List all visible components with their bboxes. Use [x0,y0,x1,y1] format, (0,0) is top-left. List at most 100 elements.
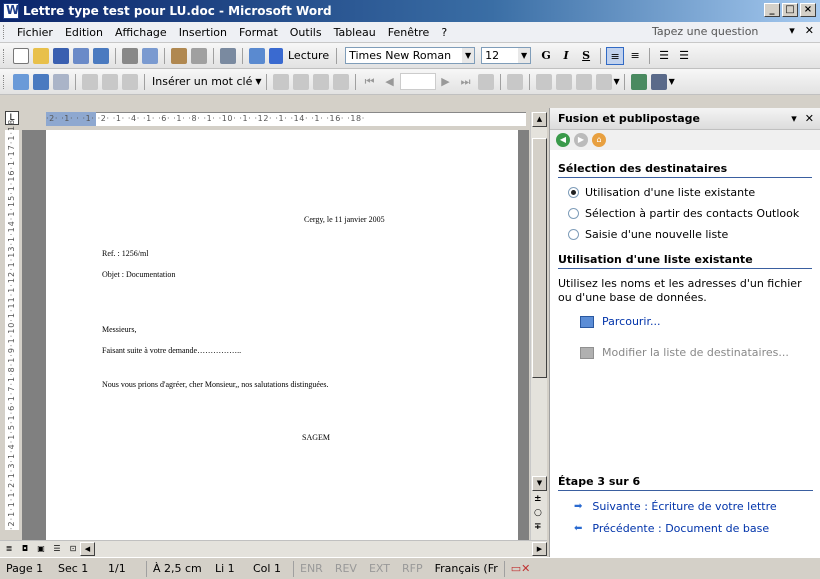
scroll-up-icon[interactable]: ▲ [532,112,547,127]
vertical-scrollbar[interactable]: ▲ ▼ ± ○ ∓ [530,112,547,540]
scroll-left-icon[interactable]: ◀ [80,542,95,556]
word-app-icon[interactable] [3,3,19,19]
match-fields-icon[interactable] [312,73,329,90]
insert-merge-field-button[interactable]: Insérer un mot clé [152,75,252,88]
toolbar-grip[interactable] [3,74,6,89]
last-record-icon[interactable]: ⏭ [458,74,474,90]
scroll-thumb[interactable] [532,138,547,378]
save-icon[interactable] [53,47,69,64]
merge-to-fax-icon[interactable] [595,73,612,90]
menu-format[interactable]: Format [233,26,284,39]
bullets-button[interactable]: ☰ [675,47,693,65]
read-mode-icon[interactable] [269,47,283,64]
horizontal-scrollbar[interactable]: ≣ ◘ ▣ ☰ ⊡ ◀ ▶ [0,540,547,557]
insert-fields-icon[interactable] [122,73,138,90]
modify-recipients-link[interactable]: Modifier la liste de destinataires... [580,346,820,359]
menu-help[interactable]: ? [435,26,453,39]
vertical-ruler[interactable]: ·2·1·1·1·2·1·3·1·4·1·5·1·6·1·7·1·8·1·9·1… [0,119,22,530]
view-merged-data-icon[interactable] [272,73,289,90]
status-record-macro[interactable]: ENR [294,562,329,575]
document-page[interactable]: Cergy, le 11 janvier 2005 Ref. : 1256/ml… [46,130,518,540]
main-document-setup-icon[interactable] [13,73,29,90]
insert-greeting-icon[interactable] [102,73,118,90]
mail-merge-wizard-icon[interactable] [630,73,647,90]
radio-outlook-contacts[interactable]: Sélection à partir des contacts Outlook [568,207,820,220]
previous-step-link[interactable]: ⬅ Précédente : Document de base [574,522,769,535]
toolbar-options-icon[interactable]: ▼ [614,77,620,86]
font-size-combo[interactable]: 12 ▼ [481,47,532,64]
numbering-button[interactable]: ☰ [655,47,673,65]
close-document-icon[interactable]: ✕ [805,24,814,37]
print-icon[interactable] [122,47,138,64]
print-layout-icon[interactable]: ▣ [34,543,48,556]
maximize-button[interactable]: □ [782,3,798,17]
radio-button[interactable] [568,208,579,219]
reading-view-icon[interactable]: ⊡ [66,543,80,556]
menu-edition[interactable]: Edition [59,26,109,39]
spelling-status-icon[interactable]: ▭✕ [505,562,537,575]
close-button[interactable]: × [800,3,816,17]
merge-to-document-icon[interactable] [535,73,552,90]
next-record-icon[interactable]: ▶ [438,74,454,90]
menu-outils[interactable]: Outils [284,26,328,39]
menu-affichage[interactable]: Affichage [109,26,173,39]
scroll-down-icon[interactable]: ▼ [532,476,547,491]
previous-record-icon[interactable]: ◀ [382,74,398,90]
align-center-button[interactable]: ≡ [626,47,644,65]
select-browse-object-icon[interactable]: ○ [534,508,542,518]
menu-tableau[interactable]: Tableau [328,26,382,39]
home-icon[interactable]: ⌂ [592,133,606,147]
normal-view-icon[interactable]: ≣ [2,543,16,556]
highlight-fields-icon[interactable] [292,73,309,90]
align-left-button[interactable]: ≡ [606,46,625,65]
insert-address-block-icon[interactable] [82,73,98,90]
research-icon[interactable] [171,47,187,64]
underline-button[interactable]: S [577,47,595,65]
horizontal-ruler[interactable]: L ·2· ·1· · ·1· ·2· ·1· ·4· ·1· ·6· ·1· … [0,108,540,130]
bold-button[interactable]: G [537,47,555,65]
toolbar-options-icon[interactable]: ▼ [669,77,675,86]
status-track-changes[interactable]: REV [329,562,363,575]
outline-view-icon[interactable]: ☰ [50,543,64,556]
forward-icon[interactable]: ▶ [574,133,588,147]
radio-new-list[interactable]: Saisie d'une nouvelle liste [568,228,820,241]
status-overtype[interactable]: RFP [396,562,429,575]
task-pane-menu-icon[interactable]: ▾ [791,112,797,125]
next-step-link[interactable]: ➡ Suivante : Écriture de votre lettre [574,500,777,513]
font-name-combo[interactable]: Times New Roman ▼ [345,47,476,64]
radio-button[interactable] [568,229,579,240]
merge-to-printer-icon[interactable] [555,73,572,90]
browse-link[interactable]: Parcourir... [580,315,820,328]
status-language[interactable]: Français (Fr [429,562,504,575]
next-page-icon[interactable]: ∓ [534,522,542,532]
check-errors-icon[interactable] [506,73,523,90]
permission-icon[interactable] [73,47,89,64]
task-pane-close-icon[interactable]: ✕ [805,112,814,125]
read-mode-button[interactable]: Lecture [288,49,329,62]
scroll-right-icon[interactable]: ▶ [532,542,547,556]
open-data-source-icon[interactable] [33,73,49,90]
status-extend[interactable]: EXT [363,562,396,575]
minimize-button[interactable]: _ [764,3,780,17]
menu-fenetre[interactable]: Fenêtre [382,26,436,39]
ask-question-dropdown-icon[interactable]: ▾ [789,24,795,37]
previous-page-icon[interactable]: ± [534,494,542,504]
back-icon[interactable]: ◀ [556,133,570,147]
italic-button[interactable]: I [557,47,575,65]
menu-fichier[interactable]: Fichier [11,26,59,39]
copy-icon[interactable] [191,47,207,64]
find-entry-icon[interactable] [477,73,494,90]
chevron-down-icon[interactable]: ▼ [518,48,531,63]
menubar-grip[interactable] [3,25,6,39]
email-icon[interactable] [93,47,109,64]
chevron-down-icon[interactable]: ▼ [462,48,475,63]
undo-icon[interactable] [220,47,236,64]
merge-fields-icon[interactable] [650,73,667,90]
record-number-input[interactable] [399,73,436,90]
menu-insertion[interactable]: Insertion [173,26,233,39]
radio-existing-list[interactable]: Utilisation d'une liste existante [568,186,820,199]
new-document-icon[interactable] [13,47,29,64]
chevron-down-icon[interactable]: ▼ [255,77,261,86]
first-record-icon[interactable]: ⏮ [362,74,378,90]
merge-to-email-icon[interactable] [575,73,592,90]
